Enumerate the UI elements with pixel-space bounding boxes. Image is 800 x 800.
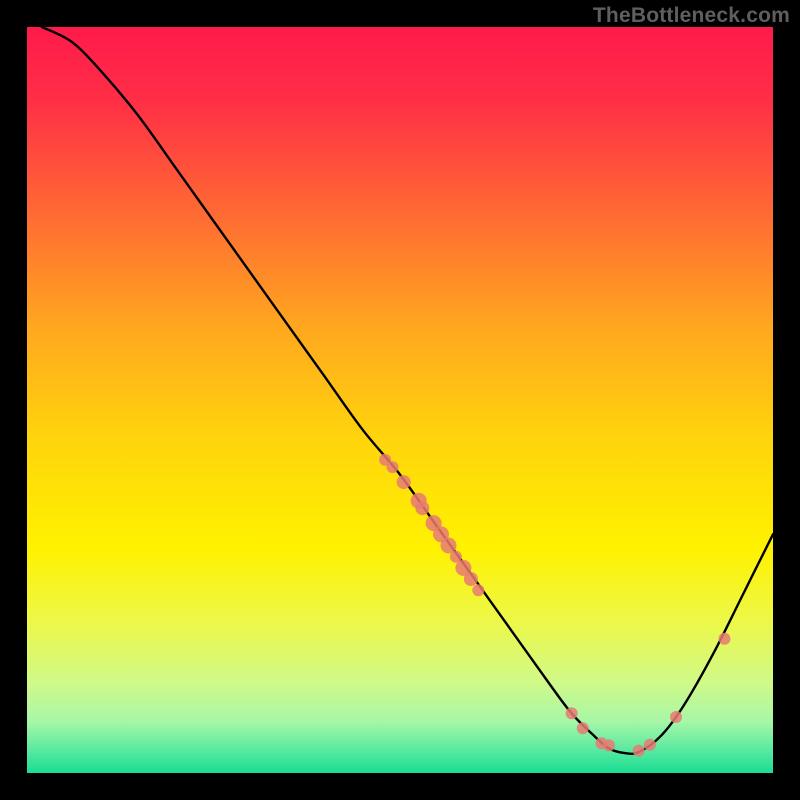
- data-marker: [566, 707, 578, 719]
- watermark-label: TheBottleneck.com: [593, 4, 790, 28]
- data-marker: [397, 475, 411, 489]
- data-marker: [603, 739, 615, 751]
- data-marker: [577, 722, 589, 734]
- data-marker: [387, 461, 399, 473]
- plot-svg: [27, 27, 773, 773]
- chart-frame: TheBottleneck.com: [0, 0, 800, 800]
- data-marker: [670, 711, 682, 723]
- data-marker: [464, 572, 478, 586]
- data-marker: [415, 501, 429, 515]
- plot-area: [27, 27, 773, 773]
- data-marker: [719, 633, 731, 645]
- data-marker: [472, 584, 484, 596]
- gradient-bg: [27, 27, 773, 773]
- data-marker: [633, 745, 645, 757]
- data-marker: [644, 739, 656, 751]
